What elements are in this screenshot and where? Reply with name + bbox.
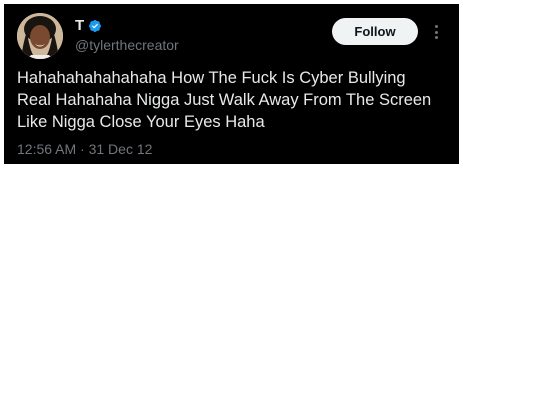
tweet-timestamp[interactable]: 12:56 AM · 31 Dec 12 — [17, 140, 152, 158]
tweet-text-line: Real Hahahaha Nigga Just Walk Away From … — [17, 91, 432, 109]
tweet-card: T @tylerthecreator Follow Hahahahahahaha… — [4, 4, 459, 164]
avatar[interactable] — [17, 13, 63, 59]
display-name[interactable]: T — [75, 17, 84, 35]
follow-button[interactable]: Follow — [332, 18, 418, 45]
name-row: T — [75, 17, 179, 35]
more-dot — [434, 30, 438, 34]
more-dot — [434, 36, 438, 39]
user-info: T @tylerthecreator — [75, 17, 179, 54]
user-handle[interactable]: @tylerthecreator — [75, 36, 179, 54]
more-options-icon[interactable] — [428, 22, 444, 42]
tweet-text-line: Hahahahahahahaha How The Fuck Is Cyber B… — [17, 69, 406, 87]
more-dot — [434, 25, 438, 28]
tweet-text-line: Like Nigga Close Your Eyes Haha — [17, 113, 265, 131]
tweet-text: Hahahahahahahaha How The Fuck Is Cyber B… — [17, 67, 449, 133]
verified-badge-icon — [88, 19, 102, 33]
profile-photo-icon — [17, 13, 63, 59]
